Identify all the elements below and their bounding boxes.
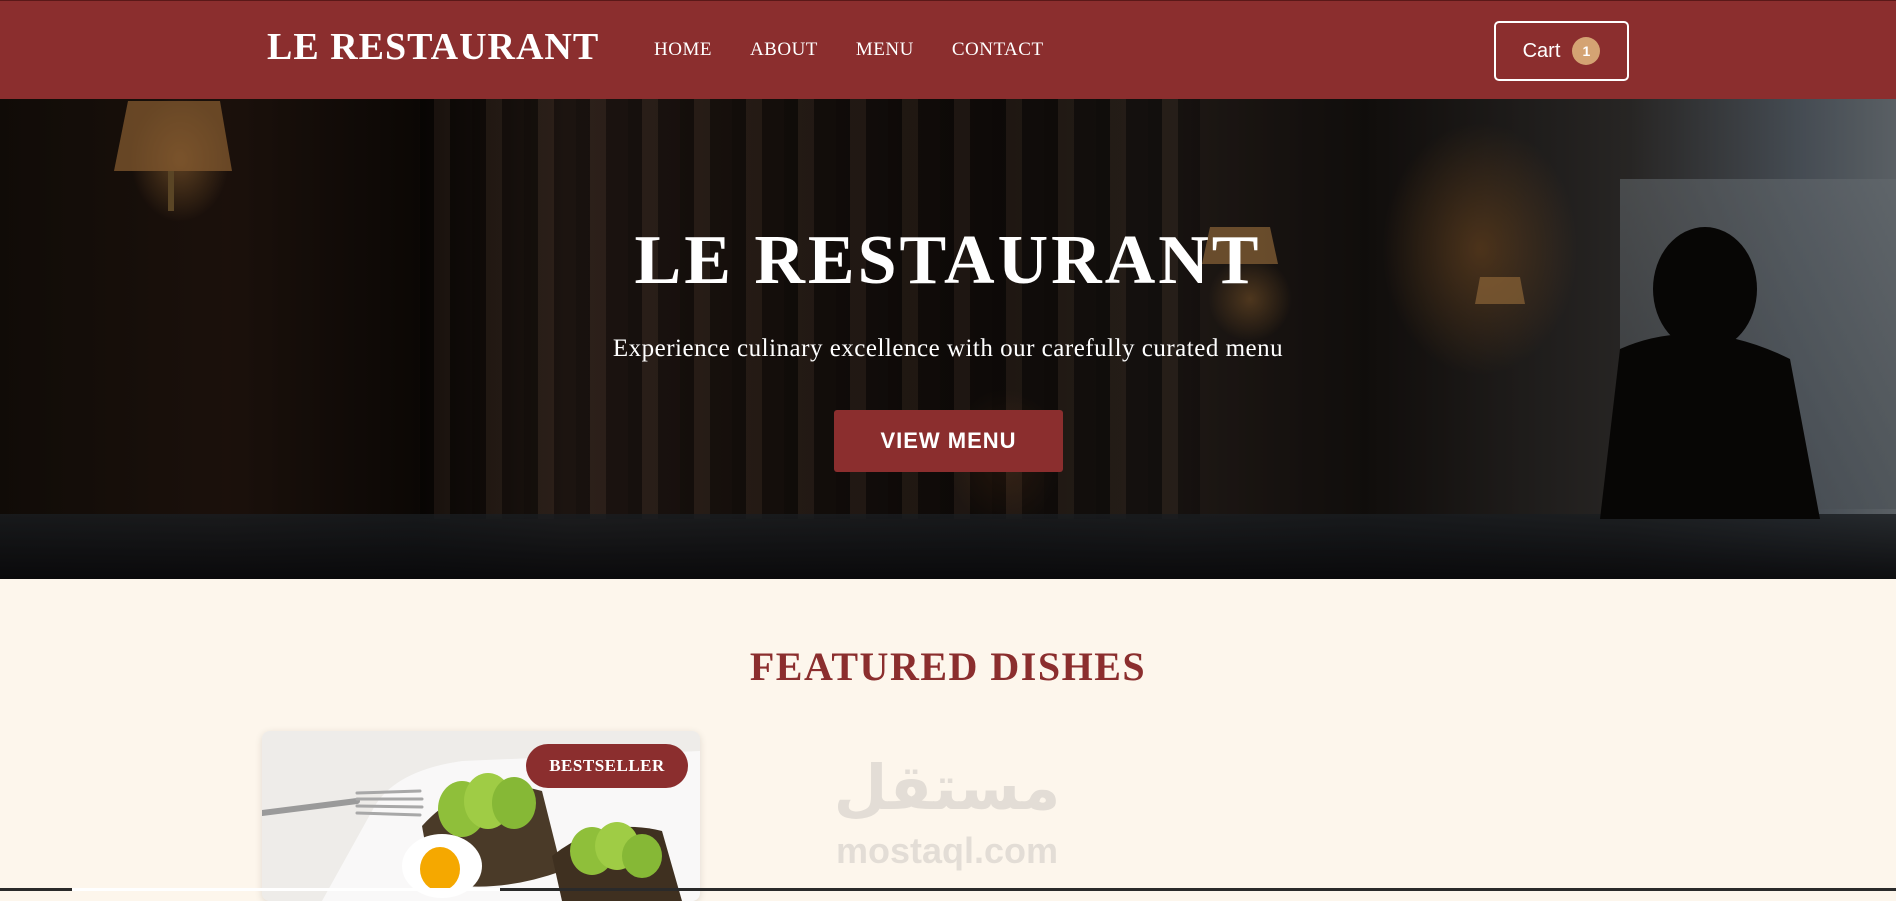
cart-label: Cart <box>1522 39 1561 62</box>
watermark-arabic-text: مستقل <box>833 751 1061 824</box>
nav-link-contact[interactable]: CONTACT <box>952 39 1044 61</box>
view-menu-button[interactable]: VIEW MENU <box>834 410 1063 472</box>
top-navbar: LE RESTAURANT HOME ABOUT MENU CONTACT Ca… <box>0 0 1896 99</box>
hero-subtitle: Experience culinary excellence with our … <box>612 335 1284 362</box>
cart-button[interactable]: Cart 1 <box>1494 21 1629 81</box>
mostaql-watermark: مستقل mostaql.com <box>822 752 1072 872</box>
nav-link-about[interactable]: ABOUT <box>750 39 818 61</box>
brand-logo[interactable]: LE RESTAURANT <box>267 25 599 69</box>
featured-dishes-title: FEATURED DISHES <box>749 644 1147 689</box>
hero-title: LE RESTAURANT <box>634 222 1262 299</box>
nav-link-menu[interactable]: MENU <box>856 39 914 61</box>
nav-link-home[interactable]: HOME <box>654 39 712 61</box>
cart-count-badge: 1 <box>1572 37 1601 65</box>
watermark-latin-text: mostaql.com <box>835 830 1059 871</box>
bestseller-badge: BESTSELLER <box>526 744 688 788</box>
nav-links: HOME ABOUT MENU CONTACT <box>654 39 1082 61</box>
hero-section: LE RESTAURANT Experience culinary excell… <box>0 99 1896 579</box>
